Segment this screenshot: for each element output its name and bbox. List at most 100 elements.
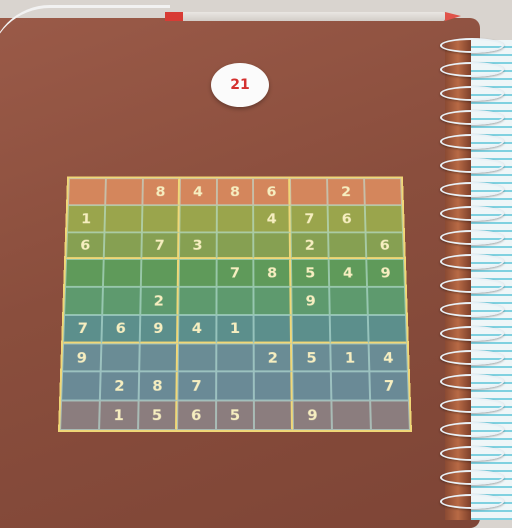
sudoku-cell[interactable] <box>178 204 217 232</box>
sudoku-cell[interactable] <box>141 204 180 232</box>
sudoku-cell[interactable] <box>329 286 368 315</box>
sudoku-cell[interactable]: 2 <box>290 231 329 260</box>
sudoku-cell[interactable]: 9 <box>291 286 330 315</box>
sudoku-cell[interactable]: 2 <box>254 343 293 372</box>
sudoku-cell[interactable]: 9 <box>62 343 102 372</box>
cable <box>0 5 170 68</box>
sudoku-cell[interactable]: 6 <box>101 314 141 344</box>
sudoku-cell[interactable] <box>178 286 217 315</box>
spiral-coil <box>440 38 504 53</box>
sudoku-cell[interactable] <box>140 259 179 287</box>
sudoku-cell[interactable] <box>367 314 407 344</box>
sudoku-cell[interactable]: 1 <box>330 343 370 372</box>
sudoku-cell[interactable] <box>65 259 104 287</box>
sudoku-cell[interactable]: 4 <box>177 314 217 344</box>
sudoku-cell[interactable]: 7 <box>63 314 103 344</box>
sudoku-cell[interactable]: 8 <box>138 371 178 401</box>
spiral-coil <box>440 326 504 341</box>
sudoku-cell[interactable]: 8 <box>142 178 180 205</box>
sudoku-cell[interactable] <box>105 178 143 205</box>
sudoku-cell[interactable] <box>104 204 143 232</box>
sudoku-cell[interactable]: 9 <box>139 314 179 344</box>
sudoku-cell[interactable] <box>215 343 255 372</box>
sudoku-cell[interactable] <box>102 259 142 287</box>
sudoku-cell[interactable]: 5 <box>137 400 178 431</box>
sudoku-cell[interactable] <box>61 371 101 401</box>
sudoku-cell[interactable] <box>292 371 332 401</box>
spiral-coil <box>440 158 504 173</box>
sudoku-cell[interactable]: 9 <box>366 259 405 287</box>
sudoku-cell[interactable]: 6 <box>365 231 404 260</box>
sudoku-cell[interactable] <box>216 231 254 260</box>
sudoku-cell[interactable]: 2 <box>327 178 365 205</box>
sudoku-cell[interactable]: 4 <box>368 343 408 372</box>
sudoku-cell[interactable]: 4 <box>328 259 368 287</box>
sudoku-cell[interactable]: 5 <box>291 259 330 287</box>
spiral-coil <box>440 470 504 485</box>
sudoku-cell[interactable] <box>100 343 140 372</box>
sudoku-cell[interactable] <box>370 400 410 431</box>
sudoku-cell[interactable] <box>367 286 406 315</box>
spiral-coil <box>440 62 504 77</box>
sudoku-cell[interactable] <box>138 343 178 372</box>
sudoku-cell[interactable] <box>328 231 367 260</box>
page-number-badge: 21 <box>211 63 269 107</box>
spiral-coil <box>440 422 504 437</box>
sudoku-cell[interactable] <box>216 204 254 232</box>
sudoku-cell[interactable] <box>364 178 403 205</box>
sudoku-grid: 8486214766732678549297694192514287715659 <box>58 176 412 432</box>
sudoku-cell[interactable] <box>254 371 293 401</box>
sudoku-cell[interactable] <box>291 314 331 344</box>
sudoku-cell[interactable]: 2 <box>99 371 139 401</box>
sudoku-cell[interactable] <box>216 286 254 315</box>
pencil <box>165 12 461 21</box>
sudoku-cell[interactable] <box>364 204 403 232</box>
sudoku-cell[interactable]: 8 <box>216 178 254 205</box>
sudoku-cell[interactable]: 7 <box>290 204 329 232</box>
sudoku-cell[interactable] <box>67 178 106 205</box>
sudoku-cell[interactable] <box>331 400 372 431</box>
spiral-coil <box>440 110 504 125</box>
sudoku-cell[interactable] <box>253 286 292 315</box>
sudoku-cell[interactable] <box>290 178 328 205</box>
sudoku-cell[interactable]: 1 <box>98 400 139 431</box>
spiral-coil <box>440 230 504 245</box>
sudoku-cell[interactable]: 7 <box>216 259 254 287</box>
sudoku-cell[interactable]: 3 <box>178 231 217 260</box>
sudoku-cell[interactable]: 6 <box>66 231 105 260</box>
sudoku-cell[interactable]: 4 <box>179 178 217 205</box>
sudoku-cell[interactable]: 6 <box>327 204 366 232</box>
sudoku-cell[interactable] <box>64 286 103 315</box>
sudoku-cell[interactable]: 7 <box>141 231 179 260</box>
sudoku-cell[interactable] <box>329 314 369 344</box>
spiral-coil <box>440 494 504 509</box>
badge-number: 21 <box>230 77 250 93</box>
sudoku-cell[interactable]: 6 <box>176 400 216 431</box>
sudoku-cell[interactable]: 4 <box>253 204 291 232</box>
sudoku-cell[interactable]: 5 <box>215 400 255 431</box>
sudoku-cell[interactable] <box>253 231 292 260</box>
sudoku-cell[interactable] <box>331 371 371 401</box>
spiral-coil <box>440 206 504 221</box>
sudoku-cell[interactable] <box>254 400 294 431</box>
sudoku-cell[interactable] <box>102 286 141 315</box>
sudoku-cell[interactable] <box>60 400 100 431</box>
sudoku-cell[interactable]: 1 <box>67 204 106 232</box>
sudoku-cell[interactable]: 5 <box>292 343 332 372</box>
sudoku-cell[interactable] <box>253 314 293 344</box>
spiral-coil <box>440 134 504 149</box>
sudoku-cell[interactable]: 7 <box>369 371 409 401</box>
spiral-coil <box>440 302 504 317</box>
sudoku-cell[interactable]: 8 <box>253 259 292 287</box>
sudoku-cell[interactable] <box>177 343 216 372</box>
sudoku-cell[interactable] <box>103 231 142 260</box>
sudoku-cell[interactable]: 9 <box>292 400 333 431</box>
sudoku-cell[interactable]: 2 <box>140 286 179 315</box>
sudoku-cell[interactable] <box>215 371 255 401</box>
spiral-coil <box>440 398 504 413</box>
sudoku-cell[interactable]: 7 <box>177 371 216 401</box>
spiral-coil <box>440 446 504 461</box>
sudoku-cell[interactable] <box>178 259 217 287</box>
sudoku-cell[interactable]: 1 <box>215 314 255 344</box>
sudoku-cell[interactable]: 6 <box>253 178 291 205</box>
